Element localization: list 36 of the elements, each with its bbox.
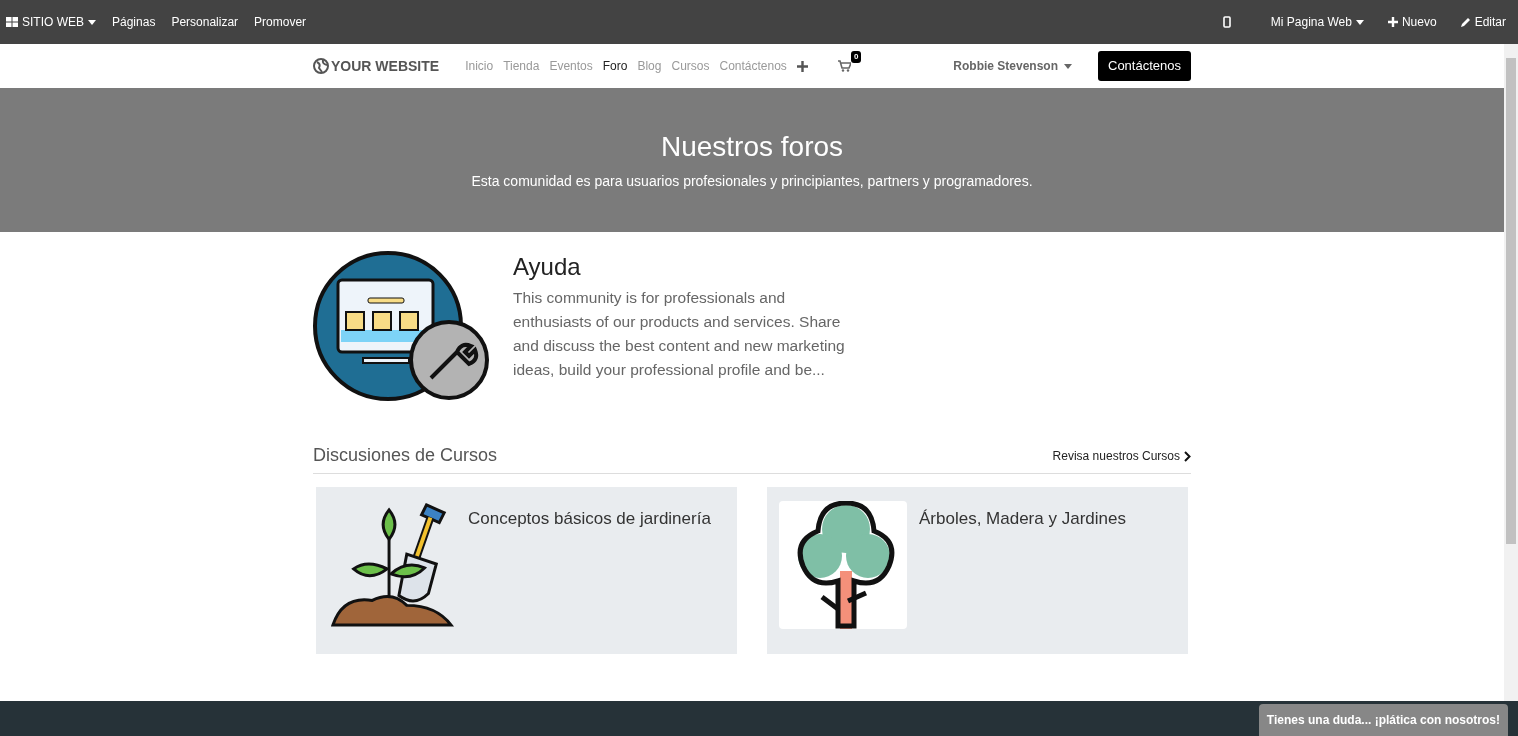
contact-button[interactable]: Contáctenos <box>1098 51 1191 81</box>
website-switcher-button[interactable]: Mi Pagina Web <box>1270 13 1364 31</box>
mobile-preview-icon[interactable] <box>1222 16 1231 28</box>
scrollbar[interactable] <box>1504 44 1518 701</box>
forum-description: This community is for professionals and enthusiasts of our products and services. Share and discuss the best content and new marketing ideas, build your professional profile and be... <box>513 288 846 380</box>
course-title: Árboles, Madera y Jardines <box>919 508 1126 530</box>
hero-title: Nuestros foros <box>660 129 844 164</box>
new-button[interactable]: Nuevo <box>1387 13 1437 31</box>
plus-icon[interactable] <box>796 60 808 72</box>
cart-icon[interactable] <box>837 60 851 72</box>
user-menu-button[interactable]: Robbie Stevenson <box>953 57 1072 75</box>
course-card[interactable]: Árboles, Madera y Jardines <box>767 487 1188 654</box>
admin-menu-link[interactable]: Páginas <box>112 13 156 31</box>
caret-icon <box>1064 63 1072 69</box>
tree-icon <box>779 501 907 629</box>
website-menu-button[interactable]: SITIO WEB <box>6 13 96 31</box>
caret-icon <box>1355 19 1364 25</box>
nav-link[interactable]: Foro <box>602 57 628 75</box>
cart-count-badge: 0 <box>850 51 862 63</box>
course-card[interactable]: Conceptos básicos de jardinería <box>316 487 737 654</box>
site-logo[interactable]: YOUR WEBSITE <box>313 55 440 77</box>
chevron-right-icon <box>1184 450 1191 462</box>
forum-title[interactable]: Ayuda <box>513 252 853 282</box>
caret-icon <box>88 19 96 25</box>
hero-subtitle: Esta comunidad es para usuarios profesionales y principiantes, partners y programadores. <box>471 171 1033 191</box>
edit-button[interactable]: Editar <box>1460 13 1506 31</box>
pencil-icon <box>1460 17 1471 27</box>
globe-icon <box>313 58 329 74</box>
live-chat-button[interactable]: Tienes una duda... ¡plática con nosotros! <box>1258 704 1508 736</box>
admin-menu-link[interactable]: Personalizar <box>171 13 239 31</box>
plus-icon <box>1387 17 1398 27</box>
course-title: Conceptos básicos de jardinería <box>468 508 711 530</box>
grid-icon <box>6 17 18 27</box>
admin-menu-link[interactable]: Promover <box>254 13 307 31</box>
courses-link[interactable]: Revisa nuestros Cursos <box>1052 447 1191 465</box>
section-title: Discusiones de Cursos <box>313 444 498 467</box>
